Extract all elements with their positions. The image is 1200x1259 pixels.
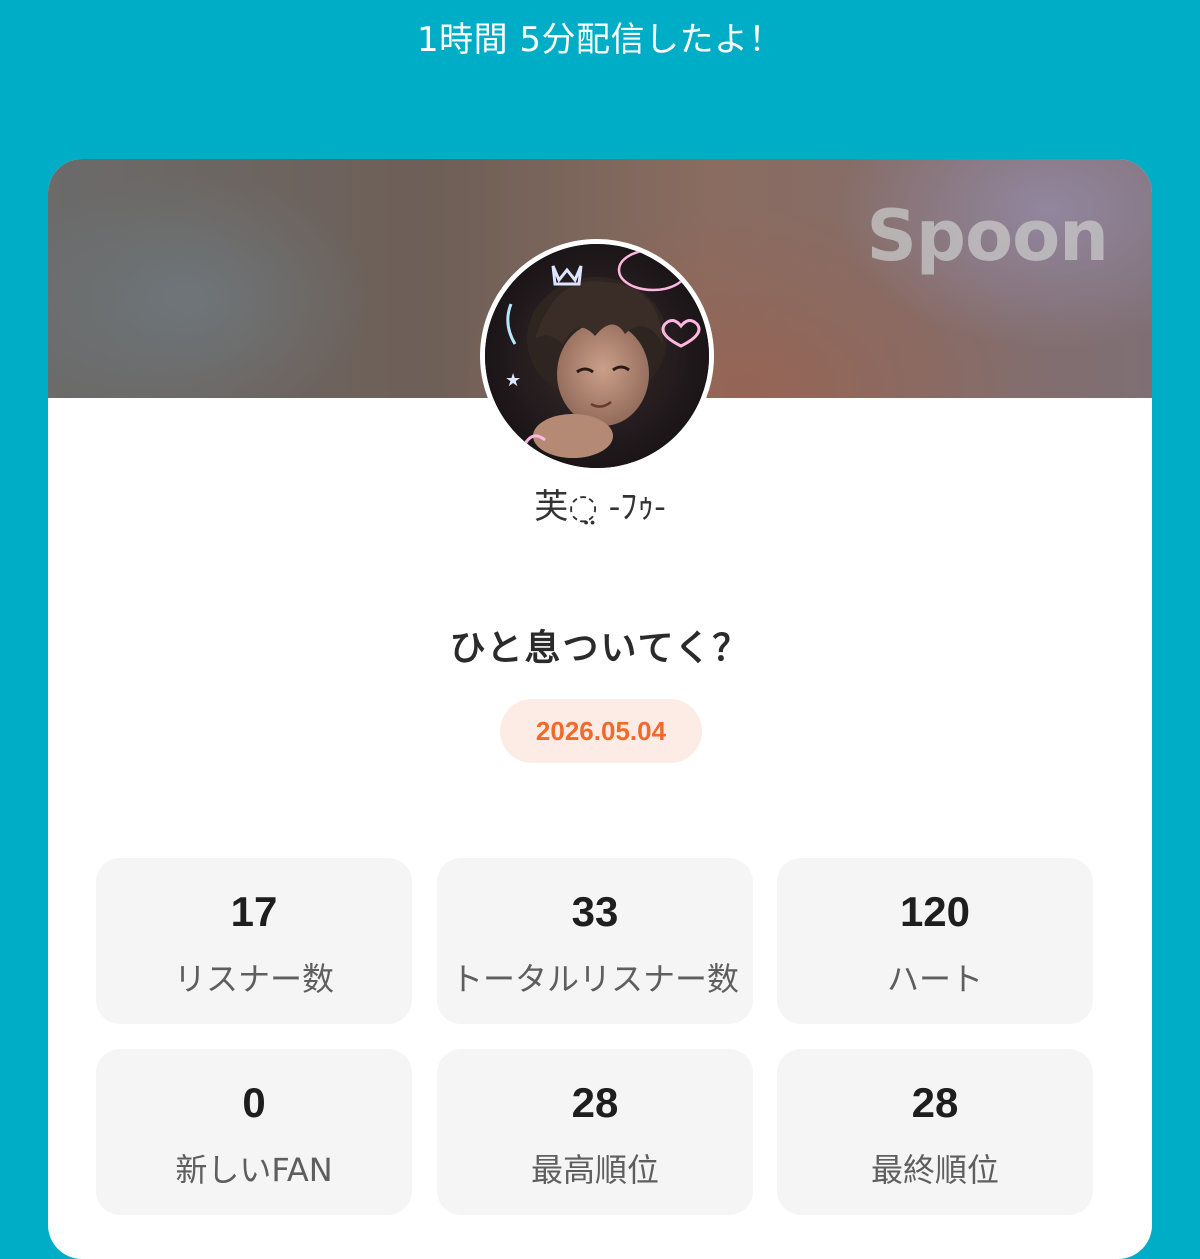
stat-value: 28	[571, 1079, 619, 1126]
stat-new-fans: 0 新しいFAN	[96, 1049, 412, 1215]
dj-avatar[interactable]: ★	[480, 239, 714, 473]
stat-label: 新しいFAN	[175, 1151, 333, 1189]
svg-text:★: ★	[505, 370, 521, 391]
stat-total-listeners: 33 トータルリスナー数	[437, 858, 753, 1024]
username: 芙◌̤ -ﾌｩ-	[534, 487, 666, 527]
stat-highest-rank: 28 最高順位	[437, 1049, 753, 1215]
stat-label: 最高順位	[530, 1151, 659, 1189]
stat-label: 最終順位	[870, 1151, 999, 1189]
stat-label: ハート	[886, 960, 983, 998]
stat-label: リスナー数	[173, 960, 334, 998]
stat-hearts: 120 ハート	[777, 858, 1093, 1024]
stat-listeners: 17 リスナー数	[96, 858, 412, 1024]
broadcast-duration-banner: 1時間 5分配信したよ！	[416, 20, 784, 60]
stat-value: 33	[571, 888, 619, 935]
broadcast-summary-card: Spoon ★ 芙◌̤ -ﾌｩ- ひと息ついてく？ 2026.05.04 17 …	[48, 159, 1152, 1259]
stat-label: トータルリスナー数	[450, 960, 739, 998]
stat-value: 17	[230, 888, 278, 935]
stat-value: 120	[899, 888, 971, 935]
stat-final-rank: 28 最終順位	[777, 1049, 1093, 1215]
spoon-logo: Spoon	[866, 195, 1109, 277]
avatar-illustration: ★	[485, 244, 709, 468]
stat-value: 0	[242, 1079, 266, 1126]
live-title: ひと息ついてく？	[449, 628, 751, 669]
date-badge: 2026.05.04	[500, 699, 702, 763]
stat-value: 28	[911, 1079, 959, 1126]
